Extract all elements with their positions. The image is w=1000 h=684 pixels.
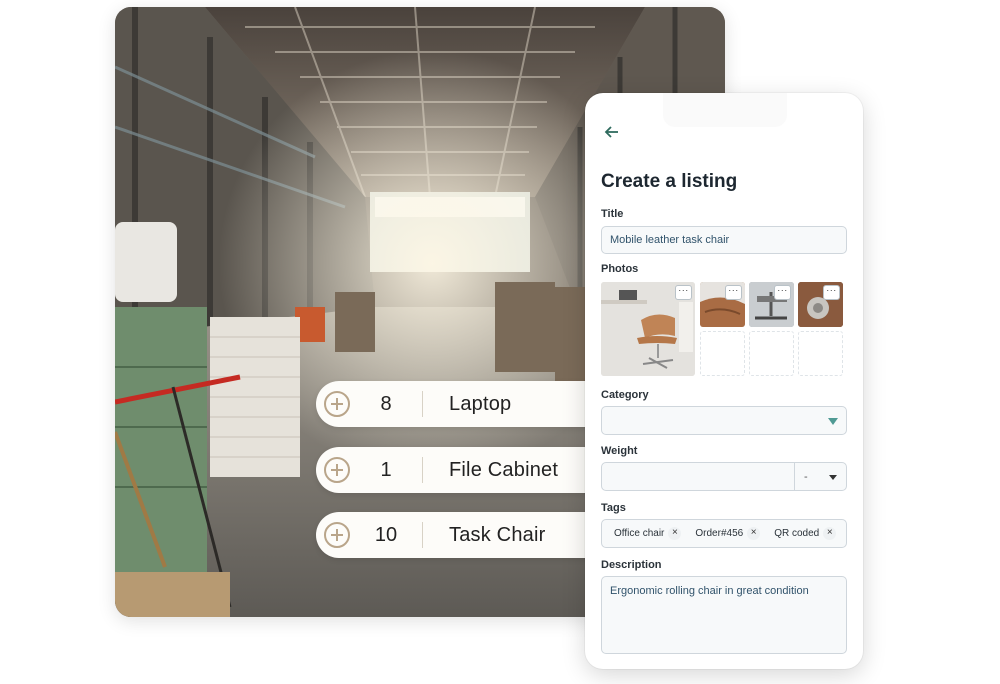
photo-menu-icon[interactable]: ··· — [725, 285, 742, 300]
title-input[interactable]: Mobile leather task chair — [601, 226, 847, 254]
inventory-name: Laptop — [449, 392, 512, 415]
tag-chip: Order#456 × — [689, 524, 761, 543]
dropdown-triangle-icon — [829, 475, 837, 480]
inventory-item-file-cabinet[interactable]: 1 File Cabinet — [316, 447, 606, 493]
inventory-quantity: 8 — [380, 392, 392, 415]
arrow-left-icon[interactable] — [603, 123, 621, 141]
photo-thumbnail-3[interactable]: ··· — [749, 282, 794, 327]
category-select[interactable] — [601, 406, 847, 435]
photos-label: Photos — [601, 263, 639, 275]
tag-chip: QR coded × — [768, 524, 837, 543]
tags-label: Tags — [601, 502, 626, 514]
photo-grid: ··· ··· ··· ··· — [601, 282, 847, 378]
tags-input[interactable]: Office chair × Order#456 × QR coded × — [601, 519, 847, 548]
description-textarea[interactable]: Ergonomic rolling chair in great conditi… — [601, 576, 847, 654]
photo-slot-empty[interactable] — [700, 331, 745, 376]
tag-label: Office chair — [614, 528, 665, 539]
tag-chip: Office chair × — [608, 524, 682, 543]
divider — [422, 391, 423, 417]
add-circle-icon[interactable] — [324, 457, 350, 483]
tag-label: Order#456 — [695, 528, 744, 539]
weight-input-group: - — [601, 462, 847, 491]
add-circle-icon[interactable] — [324, 522, 350, 548]
photo-slot-empty[interactable] — [798, 331, 843, 376]
close-icon[interactable]: × — [668, 527, 682, 540]
inventory-item-task-chair[interactable]: 10 Task Chair — [316, 512, 606, 558]
close-icon[interactable]: × — [823, 527, 837, 540]
inventory-name: Task Chair — [449, 523, 546, 546]
phone-notch — [663, 93, 787, 127]
photo-menu-icon[interactable]: ··· — [675, 285, 692, 300]
page-title: Create a listing — [601, 171, 738, 192]
weight-unit-select[interactable]: - — [804, 471, 808, 483]
inventory-name: File Cabinet — [449, 458, 559, 481]
photo-slot-empty[interactable] — [749, 331, 794, 376]
tag-label: QR coded — [774, 528, 820, 539]
close-icon[interactable]: × — [747, 527, 761, 540]
inventory-quantity: 10 — [374, 523, 398, 546]
divider — [422, 457, 423, 483]
inventory-quantity: 1 — [380, 458, 392, 481]
photo-thumbnail-main[interactable]: ··· — [601, 282, 695, 376]
dropdown-triangle-icon — [828, 418, 838, 425]
photo-thumbnail-4[interactable]: ··· — [798, 282, 843, 327]
photo-menu-icon[interactable]: ··· — [774, 285, 791, 300]
add-circle-icon[interactable] — [324, 391, 350, 417]
inventory-item-laptop[interactable]: 8 Laptop — [316, 381, 606, 427]
photo-menu-icon[interactable]: ··· — [823, 285, 840, 300]
title-label: Title — [601, 208, 624, 220]
category-label: Category — [601, 389, 649, 401]
divider — [794, 463, 795, 490]
photo-thumbnail-2[interactable]: ··· — [700, 282, 745, 327]
divider — [422, 522, 423, 548]
description-label: Description — [601, 559, 662, 571]
weight-label: Weight — [601, 445, 638, 457]
phone-create-listing-screen: Create a listing Title Mobile leather ta… — [585, 93, 863, 669]
